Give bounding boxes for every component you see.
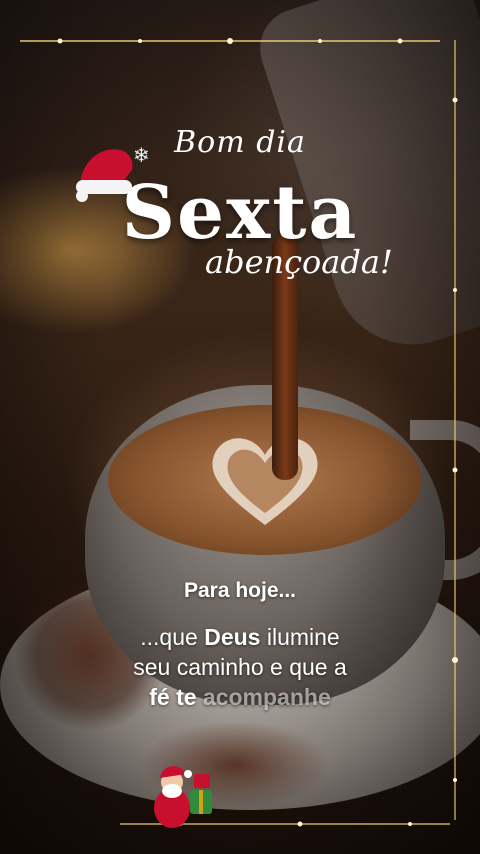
santa-hat-icon: [76, 149, 133, 202]
message-intro: Para hoje...: [183, 579, 297, 602]
background-image: Bom dia Sexta abençoada! ❄ Para hoje... …: [0, 0, 480, 854]
santa-claus-icon: [154, 766, 212, 828]
message-line-3: fé te acompanhe: [0, 682, 480, 712]
message-line-2: seu caminho e que a: [133, 654, 347, 680]
message-emphasis: fé te: [149, 684, 197, 710]
message-line-1: ...que Deus ilumine: [0, 622, 480, 652]
message-text: ...que Deus ilumine seu caminho e que a …: [0, 622, 480, 712]
message-fragment: ...que: [140, 624, 205, 650]
message-fragment: ilumine: [260, 624, 340, 650]
sparkle-border-icon: [20, 38, 440, 44]
message-fade: acompanhe: [196, 684, 331, 710]
message-emphasis: Deus: [204, 624, 261, 650]
blessed-text: abençoada!: [205, 243, 393, 281]
snowflake-icon: ❄: [133, 143, 150, 167]
